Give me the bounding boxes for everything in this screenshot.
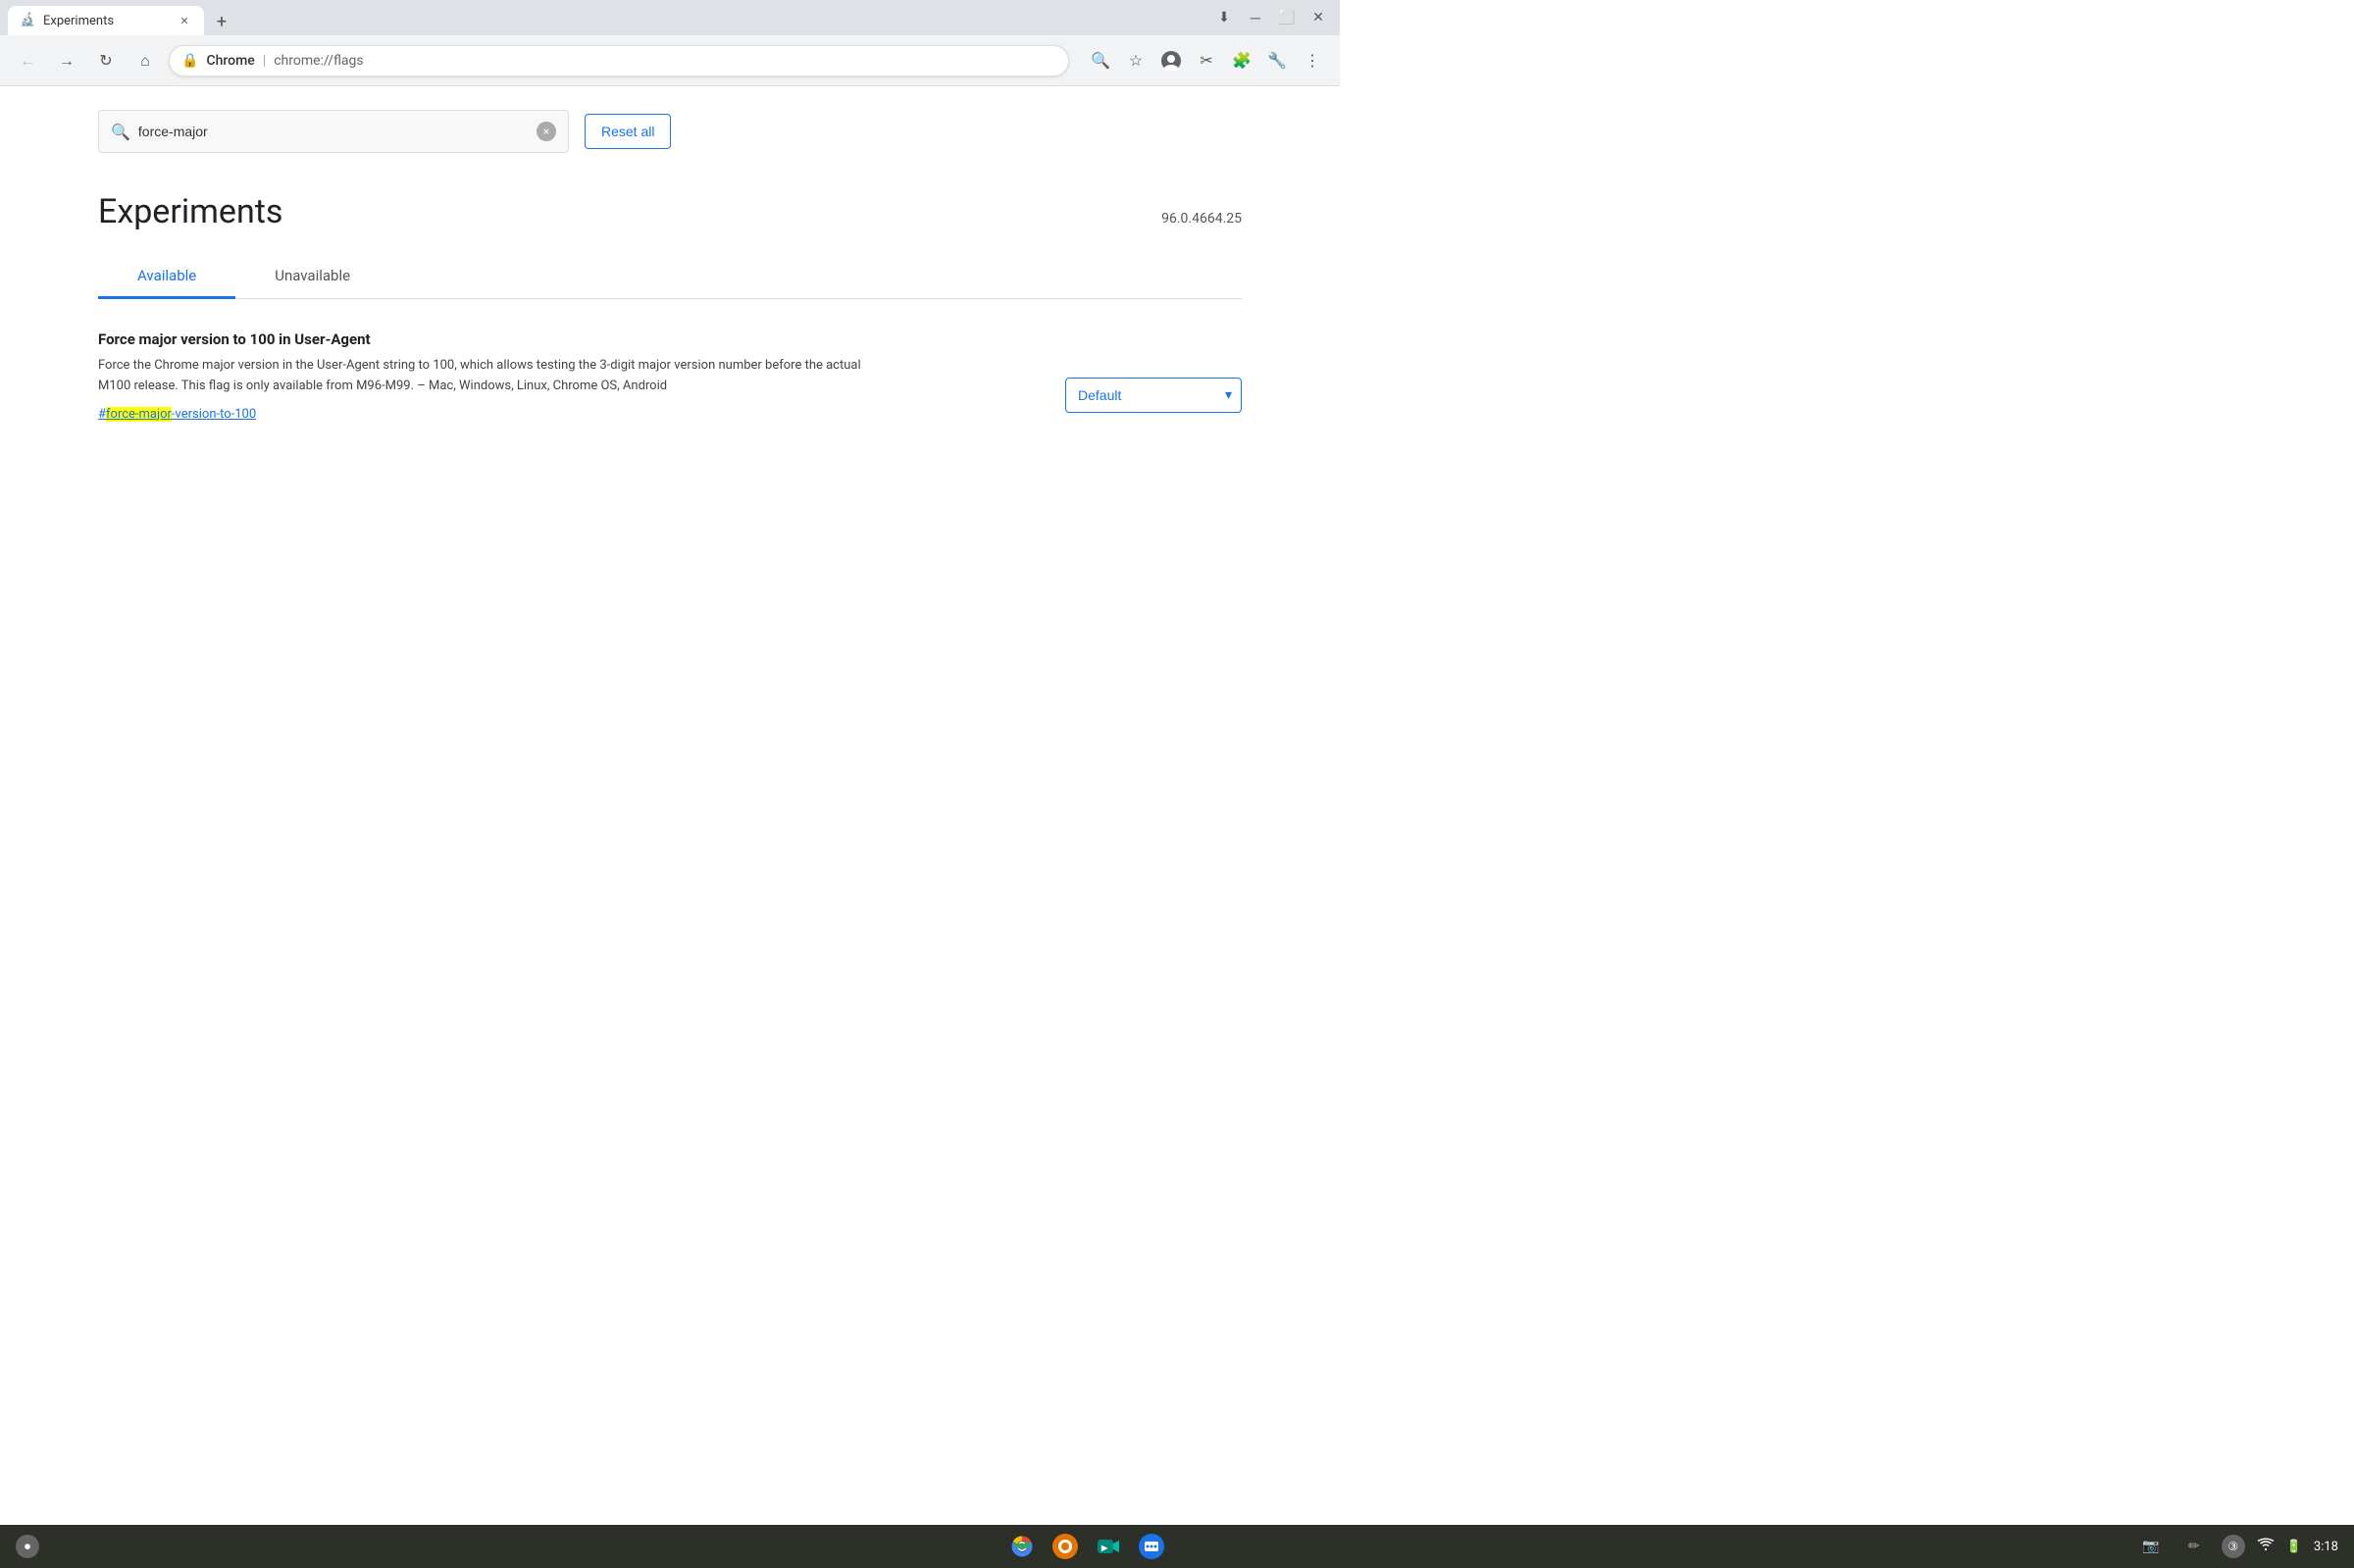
active-tab[interactable]: 🔬 Experiments ✕	[8, 6, 204, 35]
flag-dropdown-wrapper[interactable]: Default Enabled Disabled	[1065, 378, 1242, 413]
page-header: Experiments 96.0.4664.25	[98, 192, 1242, 231]
search-box[interactable]: 🔍 ×	[98, 110, 569, 153]
url-path: chrome://flags	[274, 53, 363, 69]
taskbar-left: ⏺	[16, 1535, 39, 1558]
flag-anchor-link[interactable]: #force-major-version-to-100	[98, 407, 883, 422]
search-input[interactable]	[138, 124, 529, 139]
tab-available[interactable]: Available	[98, 255, 235, 299]
profile-icon[interactable]	[1155, 45, 1187, 76]
flag-link-suffix: -version-to-100	[172, 407, 256, 422]
flag-entry: Force major version to 100 in User-Agent…	[98, 330, 1242, 445]
flag-dropdown-select[interactable]: Default Enabled Disabled	[1065, 378, 1242, 413]
home-button[interactable]: ⌂	[129, 45, 161, 76]
taskbar-right: 📷 ✏ ③ 🔋 3:18	[2135, 1531, 2338, 1562]
bookmark-star-icon[interactable]: ☆	[1120, 45, 1151, 76]
taskbar: ⏺	[0, 1525, 2354, 1568]
tabs-container: Available Unavailable	[98, 255, 1242, 299]
search-icon: 🔍	[111, 123, 130, 141]
new-tab-button[interactable]: +	[208, 8, 235, 35]
scissors-icon[interactable]: ✂	[1191, 45, 1222, 76]
window-controls: ⬇ ─ ⬜ ✕	[1210, 4, 1332, 35]
svg-text:▶: ▶	[1100, 1543, 1108, 1552]
flag-description: Force the Chrome major version in the Us…	[98, 356, 883, 397]
tab-close-button[interactable]: ✕	[177, 13, 192, 28]
search-container: 🔍 × Reset all	[98, 86, 1242, 153]
forward-button[interactable]: →	[51, 45, 82, 76]
flag-link-prefix: #	[98, 407, 106, 422]
url-bar[interactable]: 🔒 Chrome | chrome://flags	[169, 45, 1069, 76]
back-button[interactable]: ←	[12, 45, 43, 76]
minimize-button[interactable]: ─	[1242, 4, 1269, 31]
flag-dropdown-container: Default Enabled Disabled	[1065, 378, 1242, 413]
system-time: 3:18	[2314, 1540, 2338, 1554]
flag-title: Force major version to 100 in User-Agent	[98, 330, 883, 348]
toolbar-icons: 🔍 ☆ ✂ 🧩 🔧 ⋮	[1085, 45, 1328, 76]
tab-favicon: 🔬	[20, 13, 35, 28]
version-number: 96.0.4664.25	[1161, 211, 1242, 227]
notification-badge[interactable]: ③	[2222, 1535, 2245, 1558]
taskbar-pen-icon[interactable]: ✏	[2178, 1531, 2210, 1562]
taskbar-meet-app[interactable]: ▶	[1091, 1529, 1126, 1564]
taskbar-chrome-app[interactable]	[1004, 1529, 1040, 1564]
clear-search-button[interactable]: ×	[537, 122, 556, 141]
tab-title: Experiments	[43, 14, 169, 28]
reset-all-button[interactable]: Reset all	[585, 114, 671, 149]
site-name: Chrome	[206, 53, 254, 69]
maximize-button[interactable]: ⬜	[1273, 4, 1301, 31]
taskbar-media-app[interactable]	[1048, 1529, 1083, 1564]
taskbar-apps: ▶	[39, 1529, 2135, 1564]
search-icon[interactable]: 🔍	[1085, 45, 1116, 76]
page-title: Experiments	[98, 192, 282, 231]
puzzle-extension-icon[interactable]: 🧩	[1226, 45, 1257, 76]
title-bar: 🔬 Experiments ✕ + ⬇ ─ ⬜ ✕	[0, 0, 1340, 35]
main-content: 🔍 × Reset all Experiments 96.0.4664.25 A…	[0, 86, 1340, 710]
close-button[interactable]: ✕	[1305, 4, 1332, 31]
cast-extension-icon[interactable]: 🔧	[1261, 45, 1293, 76]
more-menu-icon[interactable]: ⋮	[1297, 45, 1328, 76]
flag-info: Force major version to 100 in User-Agent…	[98, 330, 883, 422]
tab-unavailable[interactable]: Unavailable	[235, 255, 389, 299]
flags-list: Force major version to 100 in User-Agent…	[98, 330, 1242, 445]
wifi-icon[interactable]	[2257, 1538, 2275, 1555]
flag-link-highlight: force-major	[106, 407, 172, 422]
url-separator: |	[263, 53, 266, 69]
lock-icon: 🔒	[181, 53, 198, 69]
reload-button[interactable]: ↻	[90, 45, 122, 76]
taskbar-launcher-icon[interactable]: ⏺	[16, 1535, 39, 1558]
battery-icon: 🔋	[2286, 1540, 2302, 1554]
address-bar: ← → ↻ ⌂ 🔒 Chrome | chrome://flags 🔍 ☆ ✂ …	[0, 35, 1340, 86]
taskbar-chat-app[interactable]	[1134, 1529, 1169, 1564]
download-icon[interactable]: ⬇	[1210, 4, 1238, 31]
taskbar-screenshot-icon[interactable]: 📷	[2135, 1531, 2167, 1562]
